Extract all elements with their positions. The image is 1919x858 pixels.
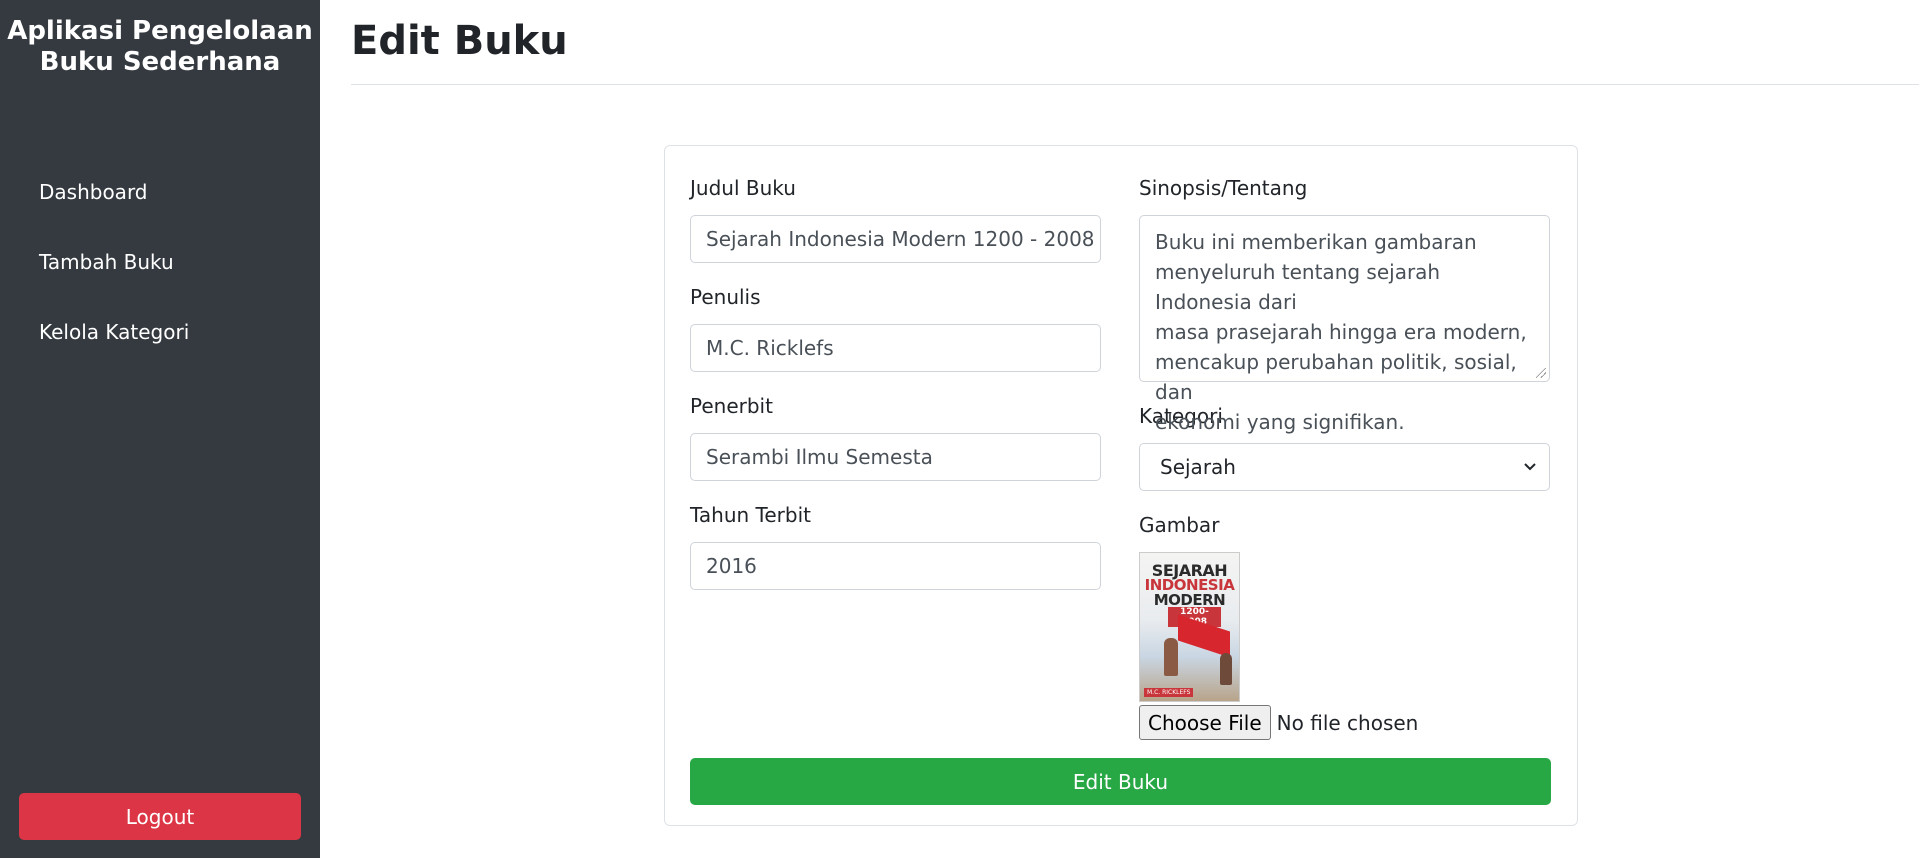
kategori-select[interactable]: Sejarah (1139, 443, 1550, 491)
sinopsis-line: ekonomi yang signifikan. (1155, 410, 1405, 434)
sidebar-nav: Dashboard Tambah Buku Kelola Kategori (0, 175, 320, 385)
sinopsis-label: Sinopsis/Tentang (1139, 176, 1308, 200)
chevron-down-icon (1523, 444, 1537, 509)
brand-line-2: Buku Sederhana (39, 47, 281, 77)
brand-line-1: Aplikasi Pengelolaan (7, 16, 313, 46)
tahun-label: Tahun Terbit (690, 503, 811, 527)
penerbit-input[interactable]: Serambi Ilmu Semesta (690, 433, 1101, 481)
file-status-text: No file chosen (1276, 710, 1419, 735)
app-brand: Aplikasi Pengelolaan Buku Sederhana (0, 0, 320, 78)
penerbit-label: Penerbit (690, 394, 773, 418)
page-title: Edit Buku (351, 18, 568, 64)
resize-grip-icon[interactable] (1536, 368, 1546, 378)
penulis-group: Penulis M.C. Ricklefs (690, 285, 1101, 372)
title-divider (351, 84, 1919, 85)
sidebar-item-kelola-kategori[interactable]: Kelola Kategori (0, 315, 320, 385)
sinopsis-line: masa prasejarah hingga era modern, (1155, 320, 1527, 344)
sidebar: Aplikasi Pengelolaan Buku Sederhana Dash… (0, 0, 320, 858)
logout-button[interactable]: Logout (19, 793, 301, 840)
tahun-input[interactable]: 2016 (690, 542, 1101, 590)
book-cover-image: SEJARAH INDONESIA MODERN 1200-2008 M.C. … (1139, 552, 1240, 702)
choose-file-button[interactable]: Choose File (1139, 705, 1271, 740)
edit-book-form: Judul Buku Sejarah Indonesia Modern 1200… (664, 145, 1578, 826)
form-column-right: Sinopsis/Tentang Buku ini memberikan gam… (1139, 176, 1550, 740)
edit-book-submit-button[interactable]: Edit Buku (690, 758, 1551, 805)
main-content: Edit Buku Judul Buku Sejarah Indonesia M… (320, 0, 1919, 858)
cover-figure-graphic (1220, 653, 1232, 685)
penulis-input[interactable]: M.C. Ricklefs (690, 324, 1101, 372)
sinopsis-line: menyeluruh tentang sejarah Indonesia dar… (1155, 260, 1441, 314)
sinopsis-group: Sinopsis/Tentang Buku ini memberikan gam… (1139, 176, 1550, 434)
form-column-left: Judul Buku Sejarah Indonesia Modern 1200… (690, 176, 1101, 612)
sidebar-item-dashboard[interactable]: Dashboard (0, 175, 320, 245)
file-input: Choose File No file chosen (1139, 705, 1550, 740)
judul-group: Judul Buku Sejarah Indonesia Modern 1200… (690, 176, 1101, 263)
judul-label: Judul Buku (690, 176, 796, 200)
sinopsis-textarea[interactable]: Buku ini memberikan gambaran menyeluruh … (1139, 215, 1550, 434)
sinopsis-line: mencakup perubahan politik, sosial, dan (1155, 350, 1517, 404)
penerbit-group: Penerbit Serambi Ilmu Semesta (690, 394, 1101, 481)
cover-figure-graphic (1164, 638, 1178, 676)
sidebar-item-tambah-buku[interactable]: Tambah Buku (0, 245, 320, 315)
cover-author: M.C. RICKLEFS (1144, 688, 1194, 697)
gambar-group: Gambar SEJARAH INDONESIA MODERN 1200-200… (1139, 513, 1550, 740)
sinopsis-line: Buku ini memberikan gambaran (1155, 230, 1477, 254)
judul-input[interactable]: Sejarah Indonesia Modern 1200 - 2008 (690, 215, 1101, 263)
gambar-label: Gambar (1139, 513, 1220, 537)
app-root: Aplikasi Pengelolaan Buku Sederhana Dash… (0, 0, 1919, 858)
penulis-label: Penulis (690, 285, 761, 309)
kategori-selected-value: Sejarah (1160, 455, 1236, 479)
tahun-group: Tahun Terbit 2016 (690, 503, 1101, 590)
